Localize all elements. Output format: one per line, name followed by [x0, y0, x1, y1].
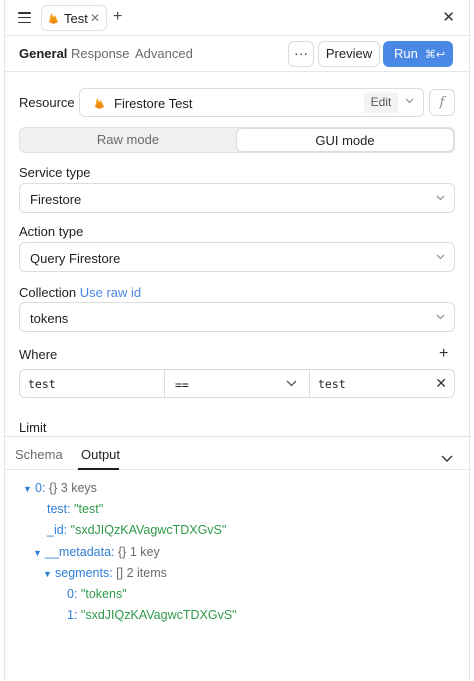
service-type-select[interactable]: Firestore [19, 183, 455, 213]
firebase-icon [95, 98, 104, 109]
tab-response[interactable]: Response [71, 46, 130, 61]
collection-value: tokens [30, 311, 69, 326]
triangle-down-icon[interactable]: ▼ [23, 484, 35, 494]
tree-key: __metadata: [45, 545, 115, 559]
tree-count: 2 items [126, 566, 167, 580]
tree-value: "sxdJIQzKAVagwcTDXGvS" [70, 523, 227, 537]
chevron-down-icon [436, 195, 445, 201]
tree-key: 0: [35, 481, 46, 495]
action-type-label: Action type [19, 224, 84, 239]
chevron-down-icon [286, 380, 297, 387]
mode-toggle: Raw mode GUI mode [19, 127, 455, 153]
collection-select[interactable]: tokens [19, 302, 455, 332]
where-value-text: test [318, 377, 346, 391]
limit-label: Limit [19, 420, 47, 435]
tree-node-segments[interactable]: ▼ segments: [] 2 items [43, 566, 167, 580]
where-operator-select[interactable]: == [165, 370, 310, 397]
chevron-down-icon [436, 314, 445, 320]
query-tab[interactable]: Test ✕ [41, 5, 107, 31]
hamburger-icon[interactable] [18, 12, 31, 24]
where-value-input[interactable]: test ✕ [310, 370, 455, 397]
tree-type: {} [48, 481, 58, 495]
collapse-panel-icon[interactable] [441, 450, 453, 465]
where-field-input[interactable]: test [20, 370, 165, 397]
tree-node-root[interactable]: ▼ 0: {} 3 keys [23, 481, 97, 495]
collection-label: Collection [19, 285, 77, 300]
tab-label: Test [64, 10, 88, 26]
more-options-button[interactable]: ··· [288, 41, 314, 67]
chevron-down-icon [436, 254, 445, 260]
resource-select[interactable]: Firestore Test Edit [79, 88, 424, 117]
where-label: Where [19, 347, 58, 362]
resource-name: Firestore Test [114, 96, 193, 111]
tree-type: [] [116, 566, 124, 580]
chevron-down-icon[interactable] [405, 98, 414, 104]
service-type-label: Service type [19, 165, 91, 180]
where-operator-value: == [175, 378, 189, 392]
remove-condition-icon[interactable]: ✕ [435, 376, 447, 390]
tab-bar: Test ✕ + ✕ [5, 0, 471, 36]
raw-mode-option[interactable]: Raw mode [20, 128, 236, 152]
triangle-down-icon[interactable]: ▼ [33, 548, 45, 558]
output-tabs: Schema Output [5, 437, 471, 470]
gui-mode-option[interactable]: GUI mode [236, 128, 454, 152]
action-type-value: Query Firestore [30, 251, 121, 266]
tree-node-segment-1: 1: "sxdJIQzKAVagwcTDXGvS" [67, 608, 237, 622]
add-tab-icon[interactable]: + [113, 9, 122, 25]
add-condition-icon[interactable]: + [439, 346, 448, 362]
fx-button[interactable]: f [429, 89, 455, 116]
tree-key: test: [47, 502, 71, 516]
tree-key: segments: [55, 566, 113, 580]
run-shortcut: ⌘↩ [424, 49, 446, 61]
tab-output[interactable]: Output [81, 447, 120, 462]
collection-label-row: Collection Use raw id [19, 285, 141, 300]
tab-close-icon[interactable]: ✕ [90, 11, 100, 25]
where-condition-row: test == test ✕ [19, 369, 455, 398]
where-field-value: test [28, 377, 56, 391]
close-panel-icon[interactable]: ✕ [442, 10, 455, 25]
tab-general[interactable]: General [19, 46, 67, 61]
use-raw-id-link[interactable]: Use raw id [80, 285, 141, 300]
action-type-select[interactable]: Query Firestore [19, 242, 455, 272]
app-frame: Test ✕ + ✕ General Response Advanced ···… [4, 0, 471, 681]
run-button[interactable]: Run ⌘↩ [383, 41, 453, 67]
tree-value: "test" [74, 502, 104, 516]
preview-button[interactable]: Preview [318, 41, 380, 67]
tree-type: {} [117, 545, 127, 559]
tree-count: 1 key [129, 545, 160, 559]
tree-value: "sxdJIQzKAVagwcTDXGvS" [80, 608, 237, 622]
tree-node-test: test: "test" [47, 502, 103, 516]
tree-count: 3 keys [60, 481, 97, 495]
firebase-icon [49, 13, 58, 24]
tree-node-metadata[interactable]: ▼ __metadata: {} 1 key [33, 545, 160, 559]
service-type-value: Firestore [30, 192, 82, 207]
tree-value: "tokens" [80, 587, 127, 601]
tree-key: 0: [67, 587, 78, 601]
output-panel: Schema Output ▼ 0: {} 3 keys test: "test"… [5, 436, 471, 681]
triangle-down-icon[interactable]: ▼ [43, 569, 55, 579]
tree-node-segment-0: 0: "tokens" [67, 587, 127, 601]
tree-key: 1: [67, 608, 78, 622]
active-tab-indicator [78, 468, 119, 470]
tree-node-id: _id: "sxdJIQzKAVagwcTDXGvS" [47, 523, 226, 537]
run-label: Run [394, 46, 418, 61]
tab-schema[interactable]: Schema [15, 447, 63, 462]
sub-toolbar: General Response Advanced ··· Preview Ru… [5, 36, 471, 72]
tab-advanced[interactable]: Advanced [135, 46, 193, 61]
resource-label: Resource [19, 95, 75, 110]
edit-resource-button[interactable]: Edit [364, 92, 398, 113]
tree-key: _id: [47, 523, 68, 537]
